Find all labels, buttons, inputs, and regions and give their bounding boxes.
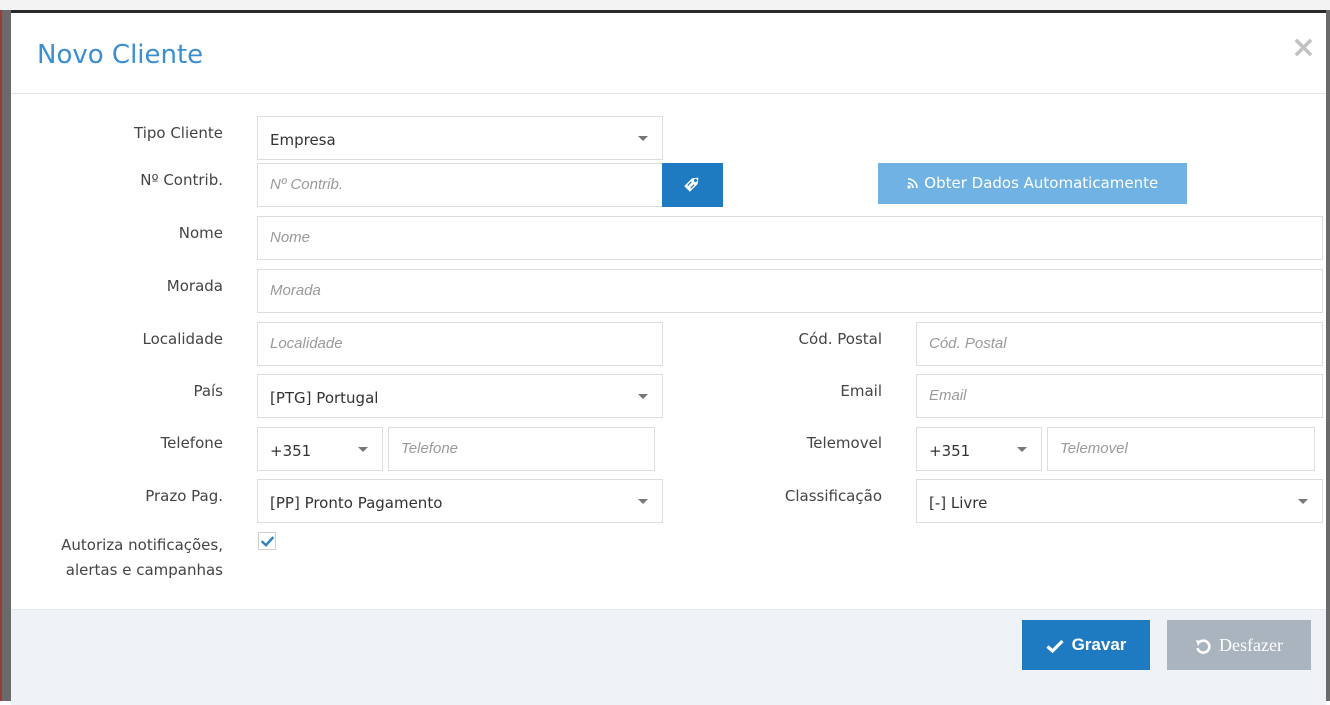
classificacao-value: [-] Livre [929, 494, 988, 512]
telefone-placeholder: Telefone [401, 440, 458, 457]
pais-label: País [193, 382, 223, 400]
telefone-prefix-select[interactable]: +351 [257, 427, 383, 471]
autoriza-label: Autoriza notificações, alertas e campanh… [11, 533, 223, 583]
gravar-label: Gravar [1071, 635, 1127, 654]
rss-icon [907, 177, 923, 192]
localidade-input[interactable]: Localidade [257, 322, 663, 366]
telemovel-input[interactable]: Telemovel [1047, 427, 1315, 471]
email-input[interactable]: Email [916, 374, 1323, 418]
tag-icon [684, 177, 699, 192]
telemovel-prefix-value: +351 [929, 442, 971, 460]
telemovel-placeholder: Telemovel [1060, 440, 1128, 457]
cod-postal-label: Cód. Postal [798, 330, 882, 348]
tipo-cliente-value: Empresa [270, 131, 336, 149]
autoriza-label-line2: alertas e campanhas [65, 561, 223, 579]
obter-dados-label: Obter Dados Automaticamente [924, 174, 1159, 192]
telefone-label: Telefone [160, 434, 223, 452]
morada-input[interactable]: Morada [257, 269, 1323, 313]
telemovel-prefix-select[interactable]: +351 [916, 427, 1042, 471]
contrib-placeholder: Nº Contrib. [270, 176, 344, 193]
nome-label: Nome [178, 224, 223, 242]
undo-icon [1196, 639, 1211, 654]
check-icon [261, 536, 274, 547]
telemovel-label: Telemovel [806, 434, 882, 452]
autoriza-checkbox[interactable] [258, 532, 276, 550]
modal-title: Novo Cliente [37, 40, 204, 70]
pais-value: [PTG] Portugal [270, 389, 379, 407]
nome-input[interactable]: Nome [257, 216, 1323, 260]
email-label: Email [840, 382, 882, 400]
backdrop-right [1326, 10, 1330, 701]
backdrop-left [0, 10, 11, 701]
check-icon [1046, 639, 1064, 653]
caret-down-icon [638, 499, 648, 504]
morada-placeholder: Morada [270, 282, 321, 299]
modal-header: Novo Cliente × [11, 13, 1326, 94]
localidade-placeholder: Localidade [270, 335, 343, 352]
backdrop-top [0, 0, 1330, 10]
cod-postal-placeholder: Cód. Postal [929, 335, 1007, 352]
desfazer-label: Desfazer [1219, 635, 1283, 655]
backdrop-edge [0, 10, 2, 701]
autoriza-label-line1: Autoriza notificações, [61, 536, 223, 554]
prazo-pag-value: [PP] Pronto Pagamento [270, 494, 443, 512]
prazo-pag-label: Prazo Pag. [145, 487, 223, 505]
pais-select[interactable]: [PTG] Portugal [257, 374, 663, 418]
localidade-label: Localidade [142, 330, 223, 348]
caret-down-icon [358, 447, 368, 452]
tipo-cliente-select[interactable]: Empresa [257, 116, 663, 160]
new-client-modal: Novo Cliente × Tipo Cliente Empresa Nº C… [11, 10, 1326, 705]
tipo-cliente-label: Tipo Cliente [134, 124, 223, 142]
morada-label: Morada [166, 277, 223, 295]
telefone-prefix-value: +351 [270, 442, 312, 460]
close-icon[interactable]: × [1291, 33, 1316, 63]
email-placeholder: Email [929, 387, 967, 404]
gravar-button[interactable]: Gravar [1022, 620, 1150, 670]
caret-down-icon [1017, 447, 1027, 452]
caret-down-icon [638, 136, 648, 141]
contrib-input[interactable]: Nº Contrib. [257, 163, 663, 207]
desfazer-button[interactable]: Desfazer [1167, 620, 1311, 670]
contrib-lookup-button[interactable] [662, 163, 723, 207]
classificacao-label: Classificação [784, 487, 882, 505]
nome-placeholder: Nome [270, 229, 311, 246]
caret-down-icon [638, 394, 648, 399]
obter-dados-button[interactable]: Obter Dados Automaticamente [878, 163, 1187, 204]
prazo-pag-select[interactable]: [PP] Pronto Pagamento [257, 479, 663, 523]
caret-down-icon [1298, 499, 1308, 504]
contrib-label: Nº Contrib. [140, 171, 223, 189]
classificacao-select[interactable]: [-] Livre [916, 479, 1323, 523]
telefone-input[interactable]: Telefone [388, 427, 655, 471]
cod-postal-input[interactable]: Cód. Postal [916, 322, 1323, 366]
